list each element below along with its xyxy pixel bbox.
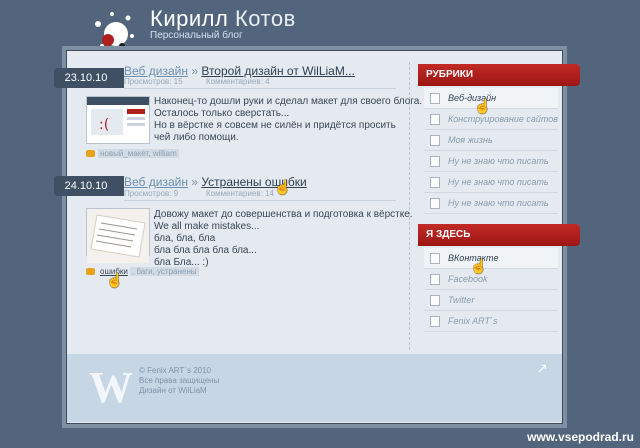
page-icon [430, 93, 440, 105]
post-comments[interactable]: Комментариев: 14 [206, 189, 274, 198]
sidebar-item-label: Моя жизнь [448, 135, 493, 145]
post-comments[interactable]: Комментариев: 4 [206, 77, 270, 86]
page-icon [430, 156, 440, 168]
post-date: 24.10.10 [54, 176, 124, 196]
site-title-last: Котов [234, 6, 296, 31]
post-divider [124, 88, 396, 89]
excerpt-line: чей либо помощи. [154, 132, 239, 143]
footer-line: Дизайн от WilLiaM [139, 386, 207, 395]
hand-cursor-icon: ☝ [474, 98, 492, 114]
post-separator: » [191, 64, 198, 78]
page-icon [430, 274, 440, 286]
post-title-link[interactable]: Второй дизайн от WilLiaM... [201, 64, 354, 78]
hand-cursor-icon: ☝ [274, 179, 292, 195]
page-icon [430, 316, 440, 328]
post-thumbnail[interactable] [86, 208, 150, 263]
social-link-vkontakte[interactable]: ВКонтакте [424, 248, 558, 269]
rubrics-ribbon: РУБРИКИ [418, 64, 580, 86]
post-tags: ошибки, баги, устранены [86, 267, 199, 276]
social-link-label: Fenix ART`s [448, 316, 498, 326]
expand-arrow-icon[interactable]: ↗ [536, 360, 548, 377]
social-link-facebook[interactable]: Facebook [424, 269, 558, 290]
sidebar-item-my-life[interactable]: Моя жизнь [424, 130, 558, 151]
post-date: 23.10.10 [54, 68, 124, 88]
sidebar-item-label: Конструирование сайтов [448, 114, 558, 124]
social-ribbon: Я ЗДЕСЬ [418, 224, 580, 246]
footer-copyright: © Fenix ART`s 2010 Все права защищены Ди… [139, 366, 219, 396]
footer-line: Все права защищены [139, 376, 220, 385]
footer-line: © Fenix ART`s 2010 [139, 366, 211, 375]
sidebar-item-label: Ну не знаю что писать [448, 156, 549, 166]
post-divider [124, 200, 396, 201]
post-thumbnail[interactable]: :( [86, 96, 150, 144]
excerpt-line: Наконец-то дошли руки и сделал макет для… [154, 96, 423, 107]
post-tags: новый_макет, william [86, 149, 179, 158]
excerpt-line: бла, бла, бла [154, 233, 216, 244]
tag-icon [86, 150, 95, 158]
social-link-label: Facebook [448, 274, 488, 284]
sidebar-item-other-3[interactable]: Ну не знаю что писать [424, 193, 558, 214]
page-icon [430, 114, 440, 126]
excerpt-line: Но в вёрстке я совсем не силён и придётс… [154, 120, 396, 131]
post-excerpt: Наконец-то дошли руки и сделал макет для… [154, 96, 422, 144]
hand-cursor-icon: ☝ [470, 258, 488, 274]
page-icon [430, 177, 440, 189]
page-icon [430, 253, 440, 265]
svg-text::(: :( [99, 117, 109, 133]
post-category-link[interactable]: Веб дизайн [124, 175, 188, 189]
page-icon [430, 295, 440, 307]
social-link-twitter[interactable]: Twitter [424, 290, 558, 311]
post-views: Просмотров: 15 [124, 77, 183, 86]
excerpt-line: We all make mistakes... [154, 221, 260, 232]
social-link-label: Twitter [448, 295, 475, 305]
site-title[interactable]: Кирилл Котов [150, 6, 296, 32]
post-views: Просмотров: 9 [124, 189, 179, 198]
tag-link[interactable]: , баги, устранены [129, 267, 199, 276]
page-icon [430, 135, 440, 147]
tag-link[interactable]: новый_макет, william [98, 149, 179, 158]
footer: W © Fenix ART`s 2010 Все права защищены … [67, 354, 562, 422]
hand-cursor-icon: ☝ [106, 272, 124, 288]
site-title-first: Кирилл [150, 6, 229, 31]
tag-icon [86, 268, 95, 276]
excerpt-line: Довожу макет до совершенства и подготовк… [154, 209, 413, 220]
sidebar-item-other-1[interactable]: Ну не знаю что писать [424, 151, 558, 172]
excerpt-line: Осталось только сверстать... [154, 108, 290, 119]
watermark: www.vsepodrad.ru [527, 430, 634, 444]
excerpt-line: бла бла бла бла бла... [154, 245, 257, 256]
footer-logo: W [89, 363, 133, 412]
post-separator: » [191, 175, 198, 189]
sidebar-item-label: Ну не знаю что писать [448, 198, 549, 208]
post-excerpt: Довожу макет до совершенства и подготовк… [154, 209, 413, 269]
page-icon [430, 198, 440, 210]
thumbnail-mockup-icon: :( [87, 97, 149, 135]
post-title-line: Веб дизайн » Второй дизайн от WilLiaM... [124, 64, 355, 78]
sidebar-item-label: Ну не знаю что писать [448, 177, 549, 187]
sidebar-item-other-2[interactable]: Ну не знаю что писать [424, 172, 558, 193]
post-category-link[interactable]: Веб дизайн [124, 64, 188, 78]
thumbnail-paper-icon [87, 209, 149, 263]
site-subtitle: Персональный блог [150, 30, 243, 41]
ink-splash-logo [95, 12, 134, 49]
social-link-fenix-arts[interactable]: Fenix ART`s [424, 311, 558, 332]
